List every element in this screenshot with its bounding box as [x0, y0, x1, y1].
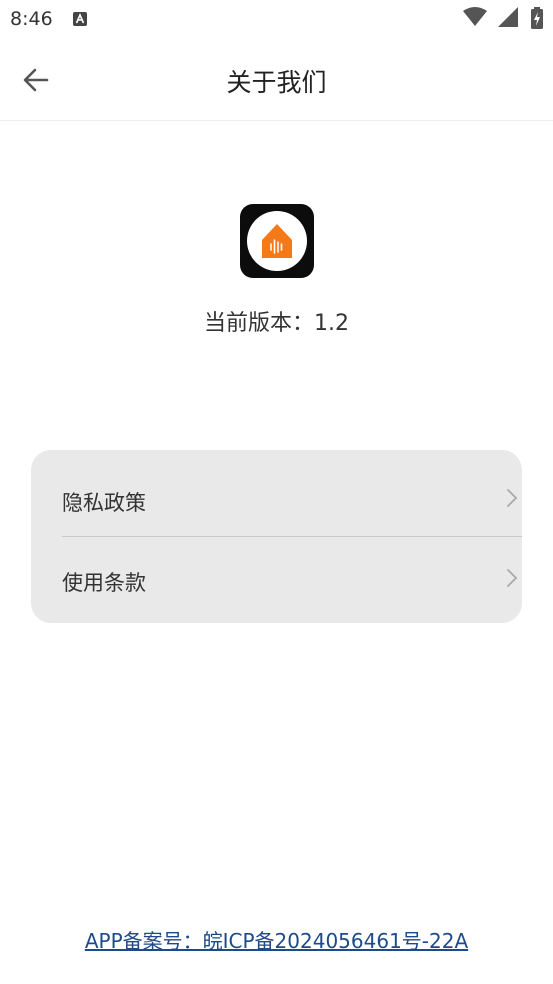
terms-of-use-item[interactable]: 使用条款	[62, 536, 522, 616]
settings-card: 隐私政策 使用条款	[31, 450, 522, 623]
battery-charging-icon	[531, 7, 543, 29]
wifi-icon	[463, 7, 487, 26]
a-notification-icon	[73, 11, 87, 26]
version-text: 当前版本：1.2	[204, 311, 349, 336]
chevron-right-icon	[507, 489, 518, 507]
status-time: 8:46	[10, 8, 53, 30]
privacy-policy-item[interactable]: 隐私政策	[62, 456, 522, 536]
terms-of-use-label: 使用条款	[62, 571, 146, 595]
page-title: 关于我们	[226, 68, 327, 97]
icp-record-link[interactable]: APP备案号：皖ICP备2024056461号-22A	[0, 925, 553, 954]
app-logo-icon	[240, 204, 314, 278]
chevron-right-icon	[507, 569, 518, 587]
top-app-bar: 关于我们	[0, 40, 553, 121]
status-bar: 8:46	[0, 0, 553, 40]
cell-signal-icon	[498, 7, 518, 27]
privacy-policy-label: 隐私政策	[62, 491, 146, 515]
